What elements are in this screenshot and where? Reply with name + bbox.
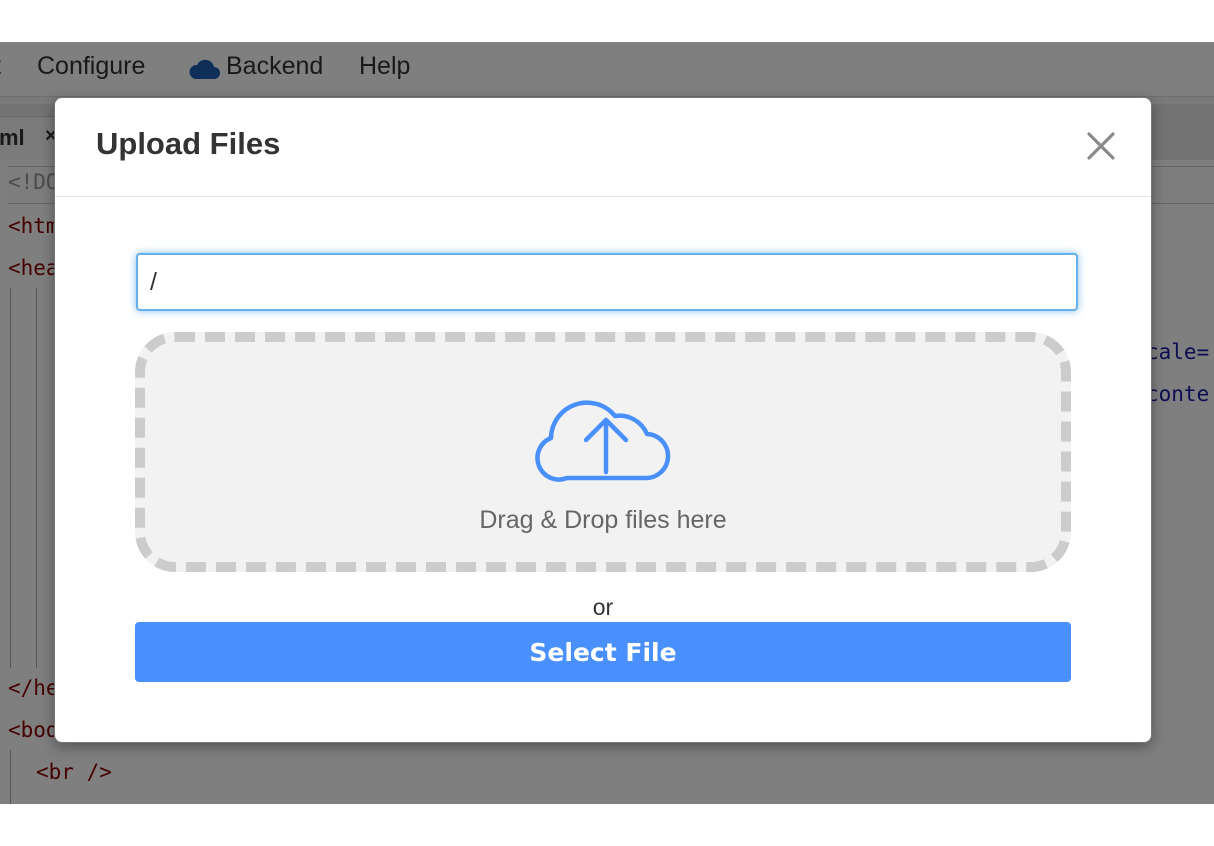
cloud-upload-icon [535, 400, 671, 482]
upload-path-input[interactable] [136, 253, 1078, 311]
modal-title: Upload Files [96, 126, 281, 161]
select-file-button[interactable]: Select File [135, 622, 1071, 682]
or-label: or [592, 594, 614, 620]
drop-zone[interactable]: Drag & Drop files here [135, 332, 1071, 572]
drop-zone-label: Drag & Drop files here [479, 506, 727, 534]
close-icon[interactable] [1083, 128, 1119, 164]
modal-header: Upload Files [55, 98, 1151, 197]
upload-modal: Upload Files Drag & Drop files here or S… [54, 97, 1152, 743]
